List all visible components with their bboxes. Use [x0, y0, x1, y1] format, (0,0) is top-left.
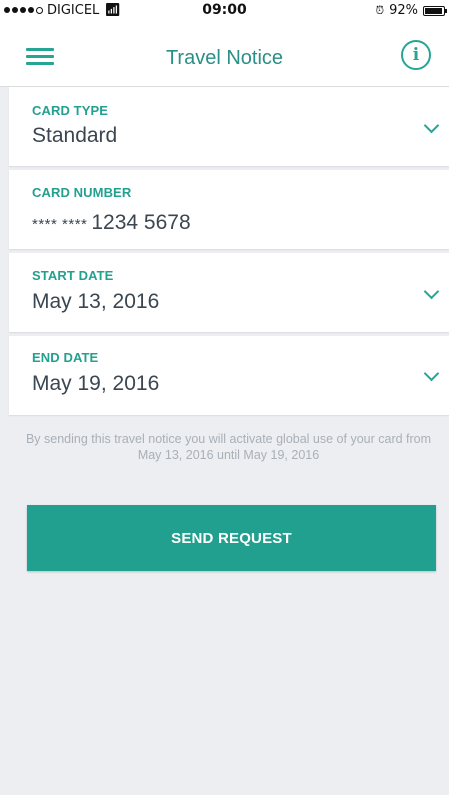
card-number-digits: 1234 5678	[91, 211, 191, 234]
end-date-label: END DATE	[32, 350, 99, 365]
card-number-label: CARD NUMBER	[32, 185, 132, 200]
start-date-value: May 13, 2016	[32, 290, 160, 313]
alarm-icon: ⏰︎	[375, 3, 385, 17]
nav-bar: Travel Notice i	[0, 22, 449, 87]
card-number-mask: **** ****	[32, 216, 88, 233]
card-type-label: CARD TYPE	[32, 103, 109, 118]
status-bar: DIGICEL 📶︎ 09:00 ⏰︎ 92%	[0, 0, 449, 22]
info-button[interactable]: i	[401, 40, 431, 70]
send-request-button[interactable]: SEND REQUEST	[27, 505, 436, 571]
card-number-value: **** **** 1234 5678	[32, 211, 191, 235]
travel-notice-text: By sending this travel notice you will a…	[25, 432, 432, 462]
battery-percent: 92%	[389, 3, 418, 18]
start-date-label: START DATE	[32, 268, 114, 283]
start-date-select[interactable]: START DATE May 13, 2016	[9, 253, 449, 332]
chevron-down-icon	[423, 365, 440, 382]
page-title: Travel Notice	[165, 47, 284, 69]
status-right: ⏰︎ 92%	[375, 3, 447, 18]
app-screen: DIGICEL 📶︎ 09:00 ⏰︎ 92% Travel Notice i …	[0, 0, 449, 795]
card-type-select[interactable]: CARD TYPE Standard	[9, 87, 449, 166]
chevron-down-icon	[423, 283, 440, 300]
end-date-select[interactable]: END DATE May 19, 2016	[9, 336, 449, 415]
info-icon: i	[412, 45, 420, 65]
chevron-down-icon	[423, 117, 440, 134]
card-number-field[interactable]: CARD NUMBER **** **** 1234 5678	[9, 170, 449, 249]
end-date-value: May 19, 2016	[32, 372, 160, 395]
battery-icon	[423, 5, 447, 16]
card-type-value: Standard	[32, 124, 118, 147]
